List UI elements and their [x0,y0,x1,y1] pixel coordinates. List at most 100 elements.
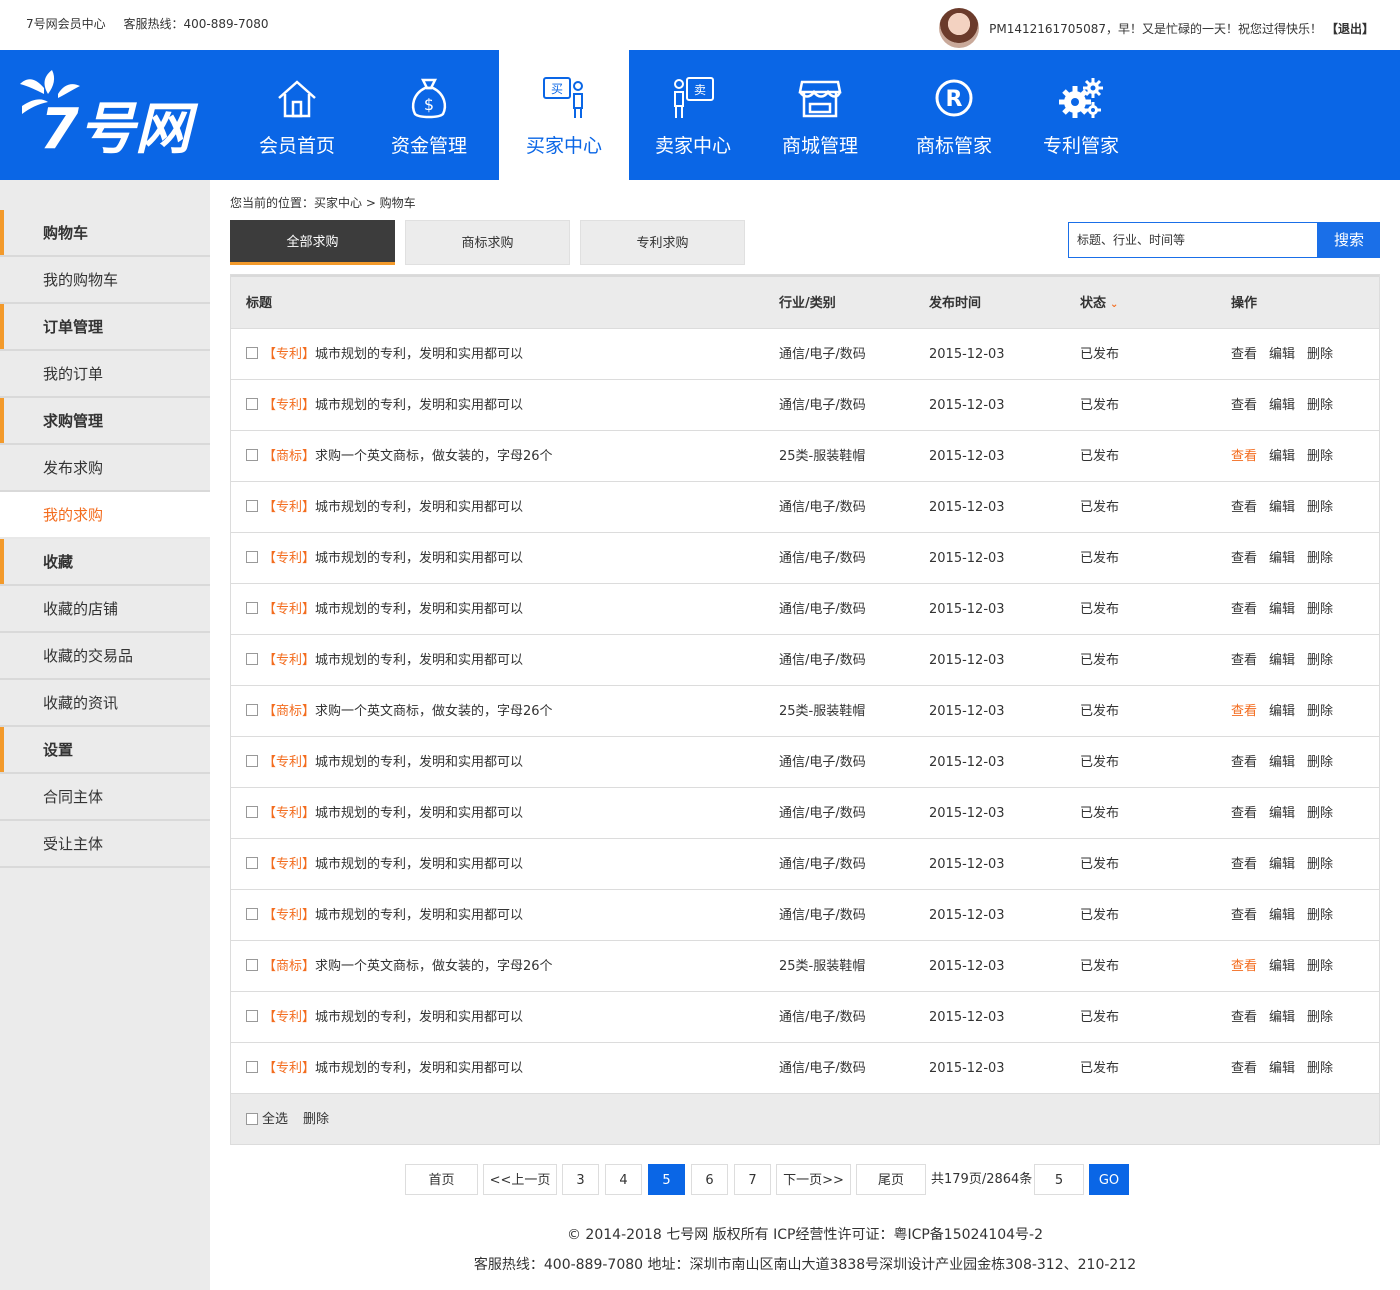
sidebar-item-publish-request[interactable]: 发布求购 [0,445,210,492]
page-jump-input[interactable]: 5 [1034,1164,1084,1195]
delete-button[interactable]: 删除 [1307,482,1333,533]
view-button[interactable]: 查看 [1231,329,1257,380]
page-button[interactable]: 6 [691,1164,728,1195]
nav-buyer-center[interactable]: 买 买家中心 [499,50,629,180]
last-page-button[interactable]: 尾页 [856,1164,926,1195]
row-title[interactable]: 【专利】城市规划的专利，发明和实用都可以 [263,737,523,788]
delete-button[interactable]: 删除 [1307,584,1333,635]
edit-button[interactable]: 编辑 [1269,992,1295,1043]
sidebar-item-contract-subject[interactable]: 合同主体 [0,774,210,821]
view-button[interactable]: 查看 [1231,992,1257,1043]
edit-button[interactable]: 编辑 [1269,482,1295,533]
delete-button[interactable]: 删除 [1307,533,1333,584]
view-button[interactable]: 查看 [1231,635,1257,686]
edit-button[interactable]: 编辑 [1269,839,1295,890]
sidebar-group-favorites[interactable]: 收藏 [0,539,210,586]
edit-button[interactable]: 编辑 [1269,431,1295,482]
chevron-down-icon[interactable]: ⌄ [1110,278,1118,331]
view-button[interactable]: 查看 [1231,941,1257,992]
view-button[interactable]: 查看 [1231,788,1257,839]
sidebar-item-favorite-goods[interactable]: 收藏的交易品 [0,633,210,680]
delete-button[interactable]: 删除 [1307,890,1333,941]
delete-button[interactable]: 删除 [1307,992,1333,1043]
row-checkbox[interactable] [246,602,258,614]
edit-button[interactable]: 编辑 [1269,533,1295,584]
nav-member-home[interactable]: 会员首页 [232,50,362,180]
row-checkbox[interactable] [246,857,258,869]
sidebar-item-my-cart[interactable]: 我的购物车 [0,257,210,304]
row-title[interactable]: 【商标】求购一个英文商标，做女装的，字母26个 [263,686,553,737]
view-button[interactable]: 查看 [1231,1043,1257,1094]
sidebar-group-settings[interactable]: 设置 [0,727,210,774]
prev-page-button[interactable]: <<上一页 [483,1164,557,1195]
sidebar-item-favorite-news[interactable]: 收藏的资讯 [0,680,210,727]
current-page-button[interactable]: 5 [648,1164,685,1195]
view-button[interactable]: 查看 [1231,890,1257,941]
view-button[interactable]: 查看 [1231,482,1257,533]
edit-button[interactable]: 编辑 [1269,1043,1295,1094]
row-title[interactable]: 【专利】城市规划的专利，发明和实用都可以 [263,992,523,1043]
go-button[interactable]: GO [1089,1164,1129,1195]
nav-trademark-manager[interactable]: R 商标管家 [889,50,1019,180]
delete-button[interactable]: 删除 [1307,380,1333,431]
delete-button[interactable]: 删除 [1307,431,1333,482]
row-title[interactable]: 【专利】城市规划的专利，发明和实用都可以 [263,890,523,941]
row-title[interactable]: 【商标】求购一个英文商标，做女装的，字母26个 [263,431,553,482]
tab-trademark-requests[interactable]: 商标求购 [405,220,570,265]
nav-patent-manager[interactable]: 专利管家 [1016,50,1146,180]
row-checkbox[interactable] [246,704,258,716]
row-title[interactable]: 【商标】求购一个英文商标，做女装的，字母26个 [263,941,553,992]
row-title[interactable]: 【专利】城市规划的专利，发明和实用都可以 [263,788,523,839]
row-checkbox[interactable] [246,908,258,920]
row-title[interactable]: 【专利】城市规划的专利，发明和实用都可以 [263,533,523,584]
edit-button[interactable]: 编辑 [1269,788,1295,839]
bulk-delete-button[interactable]: 删除 [303,1094,329,1145]
nav-mall-management[interactable]: 商城管理 [757,50,883,180]
delete-button[interactable]: 删除 [1307,788,1333,839]
view-button[interactable]: 查看 [1231,431,1257,482]
sidebar-group-orders[interactable]: 订单管理 [0,304,210,351]
sidebar-group-purchase-requests[interactable]: 求购管理 [0,398,210,445]
delete-button[interactable]: 删除 [1307,839,1333,890]
row-title[interactable]: 【专利】城市规划的专利，发明和实用都可以 [263,839,523,890]
edit-button[interactable]: 编辑 [1269,380,1295,431]
header-status[interactable]: 状态 ⌄ [1080,277,1118,331]
avatar[interactable] [939,8,980,48]
page-button[interactable]: 7 [734,1164,771,1195]
delete-button[interactable]: 删除 [1307,329,1333,380]
delete-button[interactable]: 删除 [1307,941,1333,992]
next-page-button[interactable]: 下一页>> [776,1164,851,1195]
edit-button[interactable]: 编辑 [1269,329,1295,380]
page-button[interactable]: 4 [605,1164,642,1195]
row-checkbox[interactable] [246,1061,258,1073]
row-title[interactable]: 【专利】城市规划的专利，发明和实用都可以 [263,380,523,431]
row-checkbox[interactable] [246,653,258,665]
delete-button[interactable]: 删除 [1307,1043,1333,1094]
search-input[interactable]: 标题、行业、时间等 [1068,222,1318,258]
row-title[interactable]: 【专利】城市规划的专利，发明和实用都可以 [263,1043,523,1094]
edit-button[interactable]: 编辑 [1269,941,1295,992]
view-button[interactable]: 查看 [1231,686,1257,737]
row-title[interactable]: 【专利】城市规划的专利，发明和实用都可以 [263,635,523,686]
select-all-label[interactable]: 全选 [262,1094,288,1145]
row-title[interactable]: 【专利】城市规划的专利，发明和实用都可以 [263,482,523,533]
row-checkbox[interactable] [246,755,258,767]
search-button[interactable]: 搜索 [1318,222,1380,258]
row-checkbox[interactable] [246,398,258,410]
delete-button[interactable]: 删除 [1307,737,1333,788]
nav-funds[interactable]: $ 资金管理 [364,50,494,180]
row-title[interactable]: 【专利】城市规划的专利，发明和实用都可以 [263,329,523,380]
view-button[interactable]: 查看 [1231,839,1257,890]
view-button[interactable]: 查看 [1231,380,1257,431]
page-button[interactable]: 3 [562,1164,599,1195]
select-all-checkbox[interactable] [246,1113,258,1125]
sidebar-item-my-requests[interactable]: 我的求购 [0,492,210,539]
delete-button[interactable]: 删除 [1307,686,1333,737]
tab-patent-requests[interactable]: 专利求购 [580,220,745,265]
nav-seller-center[interactable]: 卖 卖家中心 [629,50,757,180]
row-checkbox[interactable] [246,500,258,512]
sidebar-group-cart[interactable]: 购物车 [0,210,210,257]
view-button[interactable]: 查看 [1231,584,1257,635]
row-checkbox[interactable] [246,959,258,971]
site-name[interactable]: 7号网会员中心 [26,17,106,31]
